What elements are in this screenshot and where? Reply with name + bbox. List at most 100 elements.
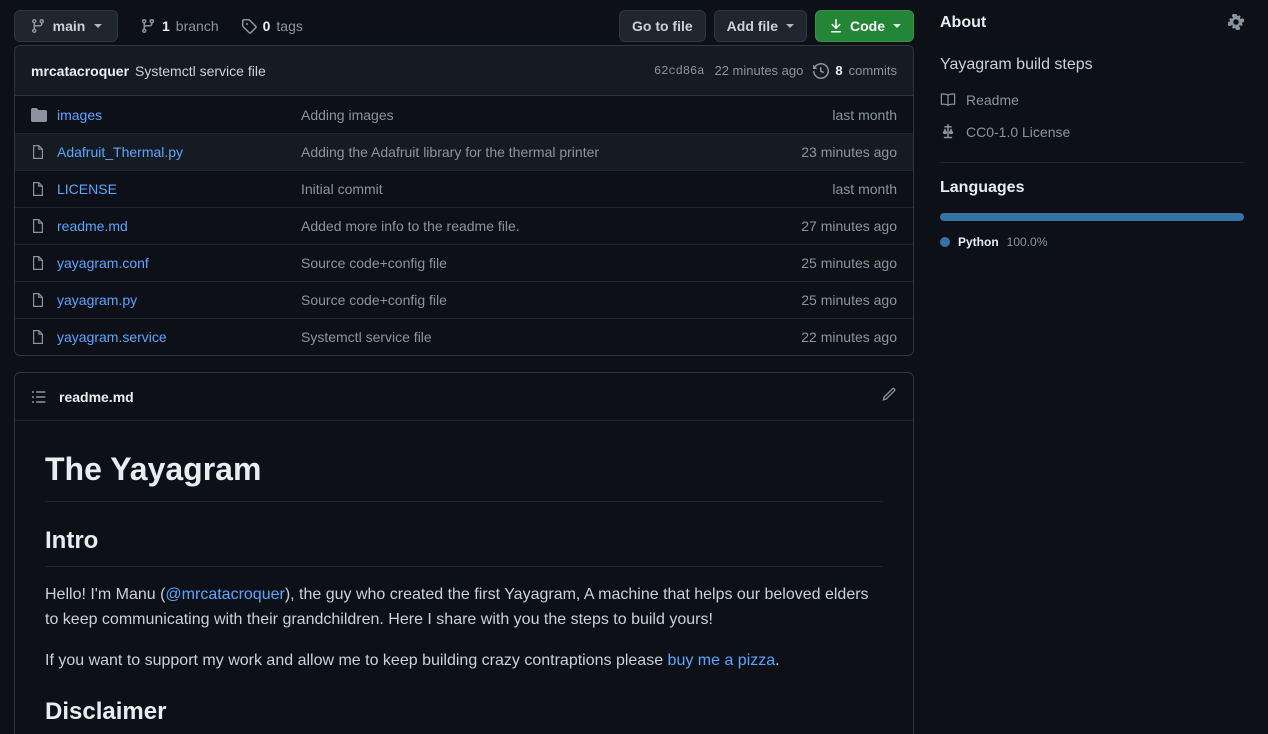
file-commit-time: last month	[832, 107, 897, 123]
branches-count-link[interactable]: 1 branch	[140, 18, 219, 34]
about-description: Yayagram build steps	[940, 54, 1244, 76]
commits-count-value: 8	[835, 63, 842, 78]
commit-meta: 62cd86a 22 minutes ago 8 commits	[654, 63, 897, 79]
table-row[interactable]: yayagram.py Source code+config file 25 m…	[15, 281, 913, 318]
file-name[interactable]: Adafruit_Thermal.py	[57, 144, 301, 160]
go-to-file-label: Go to file	[632, 18, 693, 34]
tags-count-label: tags	[276, 18, 302, 34]
readme-h2-intro: Intro	[45, 526, 883, 567]
file-name[interactable]: images	[57, 107, 301, 123]
readme-sidebar-link[interactable]: Readme	[940, 92, 1244, 108]
gear-icon[interactable]	[1228, 14, 1244, 33]
branch-icon	[140, 18, 156, 34]
tag-icon	[241, 18, 257, 34]
file-commit-message[interactable]: Added more info to the readme file.	[301, 218, 801, 234]
file-commit-time: 25 minutes ago	[801, 292, 897, 308]
table-of-contents-icon[interactable]	[31, 389, 47, 405]
about-sidebar: About Yayagram build steps Readme CC0-1.…	[928, 0, 1268, 249]
table-row[interactable]: images Adding images last month	[15, 96, 913, 133]
commit-sha[interactable]: 62cd86a	[654, 64, 704, 78]
commits-count-label: commits	[849, 63, 897, 78]
buy-me-a-pizza-link[interactable]: buy me a pizza	[668, 652, 776, 669]
p1-text-before: Hello! I'm Manu (	[45, 586, 165, 603]
chevron-down-icon	[893, 24, 901, 28]
book-icon	[940, 92, 956, 108]
add-file-button[interactable]: Add file	[714, 10, 807, 42]
file-icon	[31, 329, 47, 345]
repo-action-buttons: Go to file Add file Code	[619, 10, 914, 42]
commit-time: 22 minutes ago	[714, 63, 803, 78]
code-button-label: Code	[850, 18, 885, 34]
branch-name-label: main	[53, 18, 86, 34]
chevron-down-icon	[94, 24, 102, 28]
p2-text-before: If you want to support my work and allow…	[45, 652, 668, 669]
table-row[interactable]: Adafruit_Thermal.py Adding the Adafruit …	[15, 133, 913, 170]
file-name[interactable]: yayagram.service	[57, 329, 301, 345]
language-name: Python	[958, 235, 999, 249]
language-bar-segment[interactable]	[940, 213, 1244, 221]
about-title: About	[940, 14, 986, 32]
add-file-label: Add file	[727, 18, 778, 34]
tags-count-link[interactable]: 0 tags	[241, 18, 303, 34]
file-name[interactable]: readme.md	[57, 218, 301, 234]
language-bar	[940, 213, 1244, 221]
file-commit-message[interactable]: Adding images	[301, 107, 832, 123]
download-icon	[828, 18, 844, 34]
languages-title: Languages	[940, 179, 1244, 197]
readme-paragraph-2: If you want to support my work and allow…	[45, 649, 883, 674]
branch-selector-button[interactable]: main	[14, 10, 118, 42]
go-to-file-button[interactable]: Go to file	[619, 10, 706, 42]
readme-header: readme.md	[15, 373, 913, 421]
commit-author[interactable]: mrcatacroquer	[31, 63, 129, 79]
latest-commit-header: mrcatacroquer Systemctl service file 62c…	[15, 46, 913, 96]
file-rows-container: images Adding images last month Adafruit…	[15, 96, 913, 355]
file-name[interactable]: LICENSE	[57, 181, 301, 197]
table-row[interactable]: yayagram.service Systemctl service file …	[15, 318, 913, 355]
file-commit-time: 25 minutes ago	[801, 255, 897, 271]
table-row[interactable]: yayagram.conf Source code+config file 25…	[15, 244, 913, 281]
license-sidebar-link[interactable]: CC0-1.0 License	[940, 124, 1244, 140]
edit-pencil-icon[interactable]	[881, 387, 897, 406]
file-commit-message[interactable]: Source code+config file	[301, 255, 801, 271]
commit-message[interactable]: Systemctl service file	[135, 63, 266, 79]
file-commit-message[interactable]: Systemctl service file	[301, 329, 801, 345]
readme-paragraph-1: Hello! I'm Manu (@mrcatacroquer), the gu…	[45, 583, 883, 633]
law-scale-icon	[940, 124, 956, 140]
branches-count-value: 1	[162, 18, 170, 34]
language-color-dot	[940, 237, 950, 247]
file-icon	[31, 218, 47, 234]
history-icon	[813, 63, 829, 79]
file-commit-message[interactable]: Initial commit	[301, 181, 832, 197]
file-icon	[31, 144, 47, 160]
file-commit-time: last month	[832, 181, 897, 197]
table-row[interactable]: LICENSE Initial commit last month	[15, 170, 913, 207]
repository-main-column: main 1 branch 0 tags Go to fi	[0, 0, 928, 734]
branch-icon	[30, 18, 46, 34]
branches-count-label: branch	[176, 18, 219, 34]
license-sidebar-label: CC0-1.0 License	[966, 124, 1070, 140]
file-commit-time: 23 minutes ago	[801, 144, 897, 160]
file-name[interactable]: yayagram.conf	[57, 255, 301, 271]
repo-toolbar: main 1 branch 0 tags Go to fi	[14, 0, 914, 45]
table-row[interactable]: readme.md Added more info to the readme …	[15, 207, 913, 244]
readme-sidebar-label: Readme	[966, 92, 1019, 108]
file-commit-time: 27 minutes ago	[801, 218, 897, 234]
readme-panel: readme.md The Yayagram Intro Hello! I'm …	[14, 372, 914, 734]
file-commit-message[interactable]: Adding the Adafruit library for the ther…	[301, 144, 801, 160]
language-legend-item[interactable]: Python 100.0%	[940, 235, 1244, 249]
sidebar-divider	[940, 162, 1244, 163]
chevron-down-icon	[786, 24, 794, 28]
file-commit-message[interactable]: Source code+config file	[301, 292, 801, 308]
mention-link[interactable]: @mrcatacroquer	[165, 586, 284, 603]
p2-text-after: .	[775, 652, 779, 669]
commits-count-link[interactable]: 8 commits	[813, 63, 897, 79]
readme-h1: The Yayagram	[45, 449, 883, 502]
readme-h2-disclaimer: Disclaimer	[45, 697, 883, 734]
file-name[interactable]: yayagram.py	[57, 292, 301, 308]
repository-page: main 1 branch 0 tags Go to fi	[0, 0, 1268, 734]
code-button[interactable]: Code	[815, 10, 914, 42]
language-percent: 100.0%	[1007, 235, 1048, 249]
readme-filename: readme.md	[59, 389, 134, 405]
about-header: About	[940, 8, 1244, 38]
file-icon	[31, 292, 47, 308]
